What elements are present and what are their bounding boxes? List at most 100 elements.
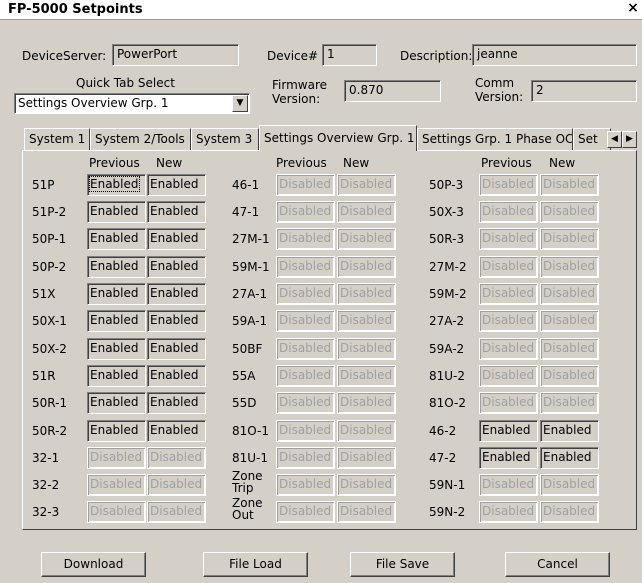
description-label: Description: bbox=[400, 49, 473, 63]
device-number-field[interactable]: 1 bbox=[322, 44, 377, 66]
setting-value: Disabled bbox=[543, 259, 596, 273]
file-load-button[interactable]: File Load bbox=[203, 552, 308, 577]
firmware-label-line2: Version: bbox=[272, 92, 321, 106]
setting-value: Disabled bbox=[482, 313, 535, 327]
firmware-label-line1: Firmware bbox=[272, 78, 327, 92]
download-button[interactable]: Download bbox=[41, 552, 146, 577]
setting-label: 59N-2 bbox=[429, 505, 466, 519]
quick-tab-select[interactable]: Settings Overview Grp. 1 ▼ bbox=[14, 93, 250, 114]
tab-scroll-left-icon[interactable]: ◀ bbox=[607, 131, 622, 148]
setting-label: 47-2 bbox=[429, 451, 457, 465]
comm-version-field[interactable]: 2 bbox=[531, 80, 637, 102]
setting-label: 81O-2 bbox=[429, 396, 467, 410]
col2-header-new: New bbox=[343, 156, 370, 170]
title-bar: FP-5000 Setpoints × bbox=[0, 0, 642, 20]
setting-label: 50X-3 bbox=[429, 205, 464, 219]
description-field[interactable]: jeanne bbox=[472, 44, 637, 66]
window-title: FP-5000 Setpoints bbox=[8, 2, 143, 17]
tab-system-3[interactable]: System 3 bbox=[191, 128, 259, 150]
setpoints-window: FP-5000 Setpoints × DeviceServer: PowerP… bbox=[0, 0, 642, 583]
setting-label: 59A-2 bbox=[429, 342, 465, 356]
comm-label-line2: Version: bbox=[475, 90, 524, 104]
device-server-field[interactable]: PowerPort bbox=[112, 44, 239, 66]
close-icon[interactable]: × bbox=[626, 0, 640, 16]
setting-value: Disabled bbox=[482, 504, 535, 518]
file-save-button[interactable]: File Save bbox=[350, 552, 455, 577]
new-value-field[interactable]: Disabled bbox=[540, 283, 599, 305]
cancel-button[interactable]: Cancel bbox=[505, 552, 610, 577]
previous-value-field[interactable]: Enabled bbox=[479, 447, 538, 469]
previous-value-field[interactable]: Disabled bbox=[479, 338, 538, 360]
device-server-label: DeviceServer: bbox=[22, 49, 107, 63]
previous-value-field[interactable]: Disabled bbox=[479, 310, 538, 332]
new-value-field[interactable]: Disabled bbox=[540, 392, 599, 414]
previous-value-field[interactable]: Disabled bbox=[479, 201, 538, 223]
setting-value: Disabled bbox=[482, 204, 535, 218]
setting-value: Disabled bbox=[543, 341, 596, 355]
tab-scroll-right-icon[interactable]: ▶ bbox=[622, 131, 637, 148]
col3-header-previous: Previous bbox=[481, 156, 532, 170]
new-value-field[interactable]: Disabled bbox=[540, 256, 599, 278]
setting-value: Disabled bbox=[543, 286, 596, 300]
setting-row: 81U-2 Disabled Disabled bbox=[0, 365, 642, 389]
tab-settings-overview-grp-1[interactable]: Settings Overview Grp. 1 bbox=[259, 125, 417, 151]
setting-row: 59M-2 Disabled Disabled bbox=[0, 283, 642, 307]
new-value-field[interactable]: Disabled bbox=[540, 310, 599, 332]
new-value-field[interactable]: Disabled bbox=[540, 474, 599, 496]
setting-value: Disabled bbox=[543, 313, 596, 327]
setting-label: 46-2 bbox=[429, 424, 457, 438]
setting-label: 27M-2 bbox=[429, 260, 467, 274]
setting-value: Disabled bbox=[482, 286, 535, 300]
setting-value: Enabled bbox=[543, 450, 592, 464]
setting-value: Disabled bbox=[543, 504, 596, 518]
setting-value: Disabled bbox=[543, 177, 596, 191]
new-value-field[interactable]: Disabled bbox=[540, 201, 599, 223]
tab-system-1[interactable]: System 1 bbox=[24, 128, 90, 150]
setting-row: 59A-2 Disabled Disabled bbox=[0, 338, 642, 362]
new-value-field[interactable]: Enabled bbox=[540, 420, 599, 442]
previous-value-field[interactable]: Disabled bbox=[479, 365, 538, 387]
new-value-field[interactable]: Disabled bbox=[540, 365, 599, 387]
previous-value-field[interactable]: Disabled bbox=[479, 283, 538, 305]
setting-value: Disabled bbox=[482, 341, 535, 355]
setting-row: 27M-2 Disabled Disabled bbox=[0, 256, 642, 280]
setting-value: Disabled bbox=[543, 231, 596, 245]
tab-system-2-tools[interactable]: System 2/Tools bbox=[90, 128, 191, 150]
previous-value-field[interactable]: Disabled bbox=[479, 392, 538, 414]
col1-header-new: New bbox=[156, 156, 183, 170]
new-value-field[interactable]: Disabled bbox=[540, 174, 599, 196]
setting-value: Disabled bbox=[543, 477, 596, 491]
setting-label: 50R-3 bbox=[429, 232, 465, 246]
new-value-field[interactable]: Enabled bbox=[540, 447, 599, 469]
tab-settings-grp-1-phase-oc[interactable]: Settings Grp. 1 Phase OC bbox=[417, 128, 573, 150]
setting-value: Disabled bbox=[543, 204, 596, 218]
new-value-field[interactable]: Disabled bbox=[540, 228, 599, 250]
setting-value: Enabled bbox=[482, 423, 531, 437]
chevron-down-icon[interactable]: ▼ bbox=[232, 95, 248, 112]
col2-header-previous: Previous bbox=[276, 156, 327, 170]
device-number-label: Device# bbox=[267, 49, 319, 63]
setting-row: 50R-3 Disabled Disabled bbox=[0, 228, 642, 252]
setting-row: 47-2 Enabled Enabled bbox=[0, 447, 642, 471]
setting-row: 59N-2 Disabled Disabled bbox=[0, 501, 642, 525]
new-value-field[interactable]: Disabled bbox=[540, 338, 599, 360]
setting-value: Enabled bbox=[482, 450, 531, 464]
setting-value: Disabled bbox=[482, 368, 535, 382]
previous-value-field[interactable]: Disabled bbox=[479, 228, 538, 250]
new-value-field[interactable]: Disabled bbox=[540, 501, 599, 523]
col3-header-new: New bbox=[549, 156, 576, 170]
previous-value-field[interactable]: Disabled bbox=[479, 256, 538, 278]
quick-tab-value: Settings Overview Grp. 1 bbox=[18, 96, 169, 110]
previous-value-field[interactable]: Disabled bbox=[479, 501, 538, 523]
quick-tab-label: Quick Tab Select bbox=[76, 76, 175, 90]
col1-header-previous: Previous bbox=[89, 156, 140, 170]
previous-value-field[interactable]: Disabled bbox=[479, 174, 538, 196]
setting-label: 27A-2 bbox=[429, 314, 465, 328]
previous-value-field[interactable]: Enabled bbox=[479, 420, 538, 442]
previous-value-field[interactable]: Disabled bbox=[479, 474, 538, 496]
tab-set-more[interactable]: Set bbox=[573, 128, 611, 150]
setting-row: 81O-2 Disabled Disabled bbox=[0, 392, 642, 416]
firmware-version-field[interactable]: 0.870 bbox=[344, 80, 441, 102]
setting-row: 50X-3 Disabled Disabled bbox=[0, 201, 642, 225]
setting-value: Disabled bbox=[482, 259, 535, 273]
